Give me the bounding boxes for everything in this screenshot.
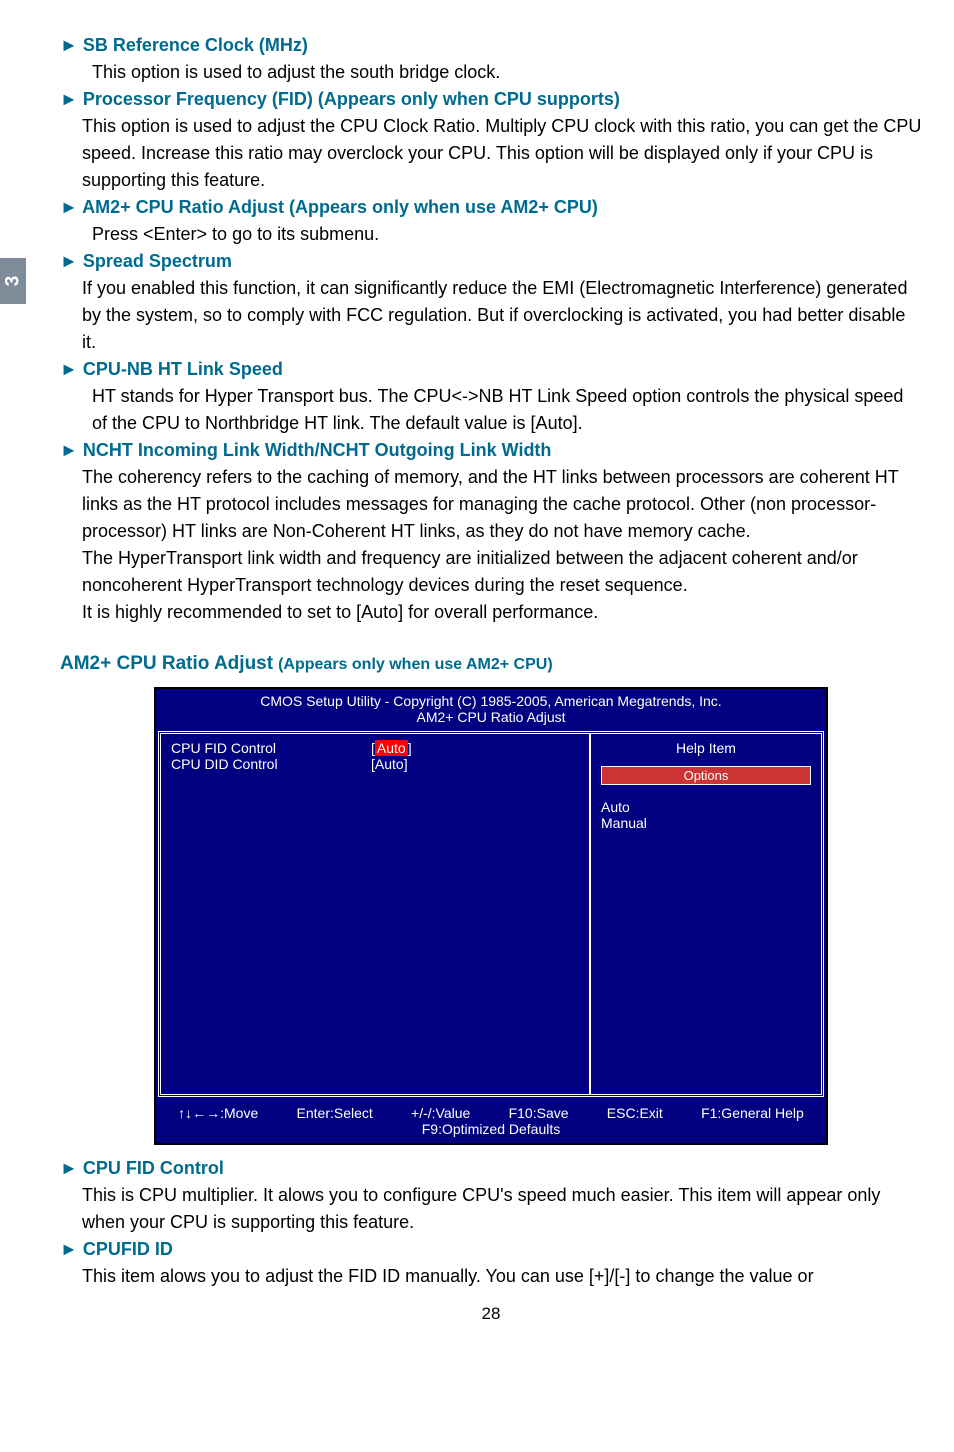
item-body: If you enabled this function, it can sig…: [60, 275, 922, 356]
arrow-icon: ►: [60, 1239, 83, 1259]
bios-key-move: ↑↓←→:Move: [178, 1105, 258, 1121]
item-body: This item alows you to adjust the FID ID…: [60, 1263, 922, 1290]
bios-row-value: [Auto]: [371, 756, 408, 772]
bios-row-value: [Auto]: [371, 740, 412, 756]
section-title: AM2+ CPU Ratio Adjust (Appears only when…: [60, 650, 922, 679]
item-body: The coherency refers to the caching of m…: [60, 464, 922, 545]
arrow-icon: ►: [60, 440, 83, 460]
arrow-icon: ►: [60, 35, 83, 55]
bios-screenshot: CMOS Setup Utility - Copyright (C) 1985-…: [154, 687, 828, 1145]
bios-title-line2: AM2+ CPU Ratio Adjust: [156, 709, 826, 725]
item-body: This option is used to adjust the south …: [60, 59, 922, 86]
item-heading: ► AM2+ CPU Ratio Adjust (Appears only wh…: [60, 194, 922, 221]
item-heading-text: CPU FID Control: [83, 1158, 224, 1178]
bios-right-pane: Help Item Options AutoManual: [589, 734, 821, 1094]
item-heading: ► CPU-NB HT Link Speed: [60, 356, 922, 383]
item-heading: ► Processor Frequency (FID) (Appears onl…: [60, 86, 922, 113]
item-heading-text: CPUFID ID: [83, 1239, 173, 1259]
bios-help-item-label: Help Item: [601, 740, 811, 756]
item-heading-text: SB Reference Clock (MHz): [83, 35, 308, 55]
bios-options-list: AutoManual: [601, 799, 811, 831]
bios-row: CPU FID Control[Auto]: [171, 740, 579, 756]
bios-row-label: CPU DID Control: [171, 756, 371, 772]
page-number: 28: [60, 1290, 922, 1334]
item-heading: ► Spread Spectrum: [60, 248, 922, 275]
arrow-icon: ►: [60, 89, 83, 109]
arrow-icon: ►: [60, 1158, 83, 1178]
arrow-icon: ►: [60, 359, 83, 379]
bios-row-label: CPU FID Control: [171, 740, 371, 756]
item-heading-text: Processor Frequency (FID) (Appears only …: [83, 89, 620, 109]
arrow-icon: ►: [60, 197, 82, 217]
bios-title-line1: CMOS Setup Utility - Copyright (C) 1985-…: [156, 693, 826, 709]
bios-key-exit: ESC:Exit: [607, 1105, 663, 1121]
item-heading-text: CPU-NB HT Link Speed: [83, 359, 283, 379]
bios-key-enter: Enter:Select: [297, 1105, 373, 1121]
item-body: This is CPU multiplier. It alows you to …: [60, 1182, 922, 1236]
arrow-icon: ►: [60, 251, 83, 271]
bios-key-save: F10:Save: [509, 1105, 569, 1121]
bios-option: Manual: [601, 815, 811, 831]
item-heading: ► NCHT Incoming Link Width/NCHT Outgoing…: [60, 437, 922, 464]
item-body: The HyperTransport link width and freque…: [60, 545, 922, 599]
bios-key-defaults: F9:Optimized Defaults: [164, 1121, 818, 1137]
item-body: This option is used to adjust the CPU Cl…: [60, 113, 922, 194]
item-heading-text: AM2+ CPU Ratio Adjust (Appears only when…: [82, 197, 598, 217]
bios-option: Auto: [601, 799, 811, 815]
item-body: It is highly recommended to set to [Auto…: [60, 599, 922, 626]
bios-key-help: F1:General Help: [701, 1105, 804, 1121]
item-heading-text: NCHT Incoming Link Width/NCHT Outgoing L…: [83, 440, 552, 460]
item-heading-text: Spread Spectrum: [83, 251, 232, 271]
item-body: HT stands for Hyper Transport bus. The C…: [60, 383, 922, 437]
item-body: Press <Enter> to go to its submenu.: [60, 221, 922, 248]
bios-row: CPU DID Control[Auto]: [171, 756, 579, 772]
tab-number: 3: [2, 276, 24, 287]
item-heading: ► CPU FID Control: [60, 1155, 922, 1182]
bios-footer: ↑↓←→:Move Enter:Select +/-/:Value F10:Sa…: [156, 1099, 826, 1143]
bios-title: CMOS Setup Utility - Copyright (C) 1985-…: [156, 689, 826, 729]
bios-options-head: Options: [601, 766, 811, 785]
bios-left-pane: CPU FID Control[Auto]CPU DID Control[Aut…: [161, 734, 589, 1094]
section-title-big: AM2+ CPU Ratio Adjust: [60, 653, 273, 674]
bios-key-value: +/-/:Value: [411, 1105, 470, 1121]
section-title-small: (Appears only when use AM2+ CPU): [278, 656, 553, 673]
item-heading: ► CPUFID ID: [60, 1236, 922, 1263]
item-heading: ► SB Reference Clock (MHz): [60, 32, 922, 59]
page-tab: 3: [0, 258, 26, 304]
